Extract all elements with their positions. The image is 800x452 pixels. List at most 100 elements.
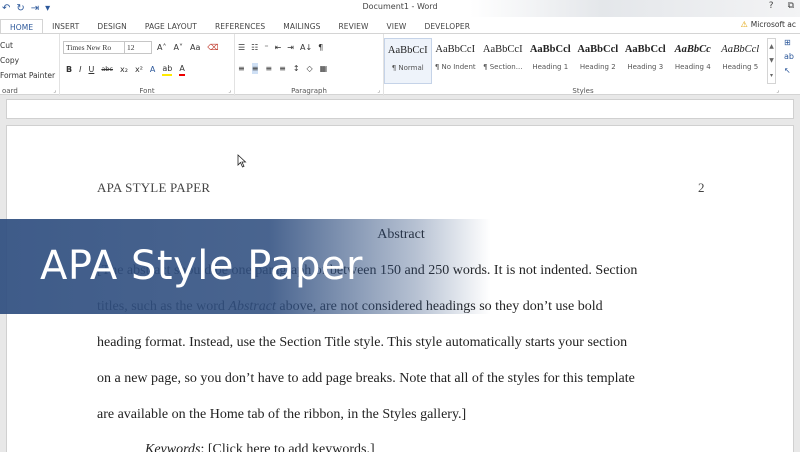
increase-indent-icon[interactable]: ⇥: [287, 42, 294, 53]
font-bottom-row: B I U abc x₂ x² A ab A: [66, 63, 185, 76]
style-name: Heading 3: [627, 63, 664, 71]
style-no-indent[interactable]: AaBbCcI ¶ No Indent: [432, 38, 480, 84]
clear-formatting-icon[interactable]: ⌫: [207, 42, 218, 53]
style-preview: AaBbCcl: [529, 44, 571, 55]
styles-gallery: AaBbCcI ¶ Normal AaBbCcI ¶ No Indent AaB…: [384, 38, 766, 84]
style-name: ¶ No Indent: [434, 63, 476, 71]
tab-view[interactable]: VIEW: [378, 19, 416, 34]
style-name: ¶ Normal: [391, 64, 424, 72]
paragraph-group: ☰ ☷ ⁼ ⇤ ⇥ A↓ ¶ ≡ ≡ ≡ ≡ ↕ ◇ ▦ Paragraph ⌟: [235, 34, 384, 96]
ribbon-tabs: HOME INSERT DESIGN PAGE LAYOUT REFERENCE…: [0, 17, 800, 34]
title-banner: APA Style Paper: [0, 219, 490, 314]
font-size-value: 12: [127, 43, 135, 52]
font-size-select[interactable]: 12: [124, 41, 152, 54]
style-heading-5[interactable]: AaBbCcl Heading 5: [717, 38, 765, 84]
change-case-icon[interactable]: Aa: [190, 42, 200, 53]
tab-page-layout[interactable]: PAGE LAYOUT: [136, 19, 206, 34]
word-window: ↶ ↻ ⇥ ▾ Document1 - Word ? ⧉ HOME INSERT…: [0, 0, 800, 452]
help-icon[interactable]: ?: [769, 1, 774, 11]
sort-icon[interactable]: A↓: [300, 42, 312, 53]
more-styles-icon[interactable]: ▾: [770, 72, 773, 79]
italic-button[interactable]: I: [79, 64, 81, 75]
style-preview: AaBbCcI: [387, 45, 428, 56]
tab-references[interactable]: REFERENCES: [206, 19, 274, 34]
styles-scroll[interactable]: ▲ ▼ ▾: [767, 38, 776, 84]
bullets-icon[interactable]: ☰: [238, 42, 245, 53]
format-painter-button[interactable]: Format Painter: [0, 68, 55, 83]
redo-icon[interactable]: ↻: [16, 2, 24, 16]
style-heading-3[interactable]: AaBbCcl Heading 3: [622, 38, 670, 84]
style-heading-1[interactable]: AaBbCcl Heading 1: [527, 38, 575, 84]
tab-insert[interactable]: INSERT: [43, 19, 88, 34]
select-icon[interactable]: ↖: [784, 64, 794, 78]
style-name: ¶ Section...: [483, 63, 523, 71]
styles-group-label: Styles: [572, 87, 594, 95]
tab-mailings[interactable]: MAILINGS: [274, 19, 329, 34]
style-name: Heading 1: [532, 63, 569, 71]
shading-icon[interactable]: ◇: [307, 63, 313, 74]
subscript-button[interactable]: x₂: [120, 64, 128, 75]
paragraph-launcher-icon[interactable]: ⌟: [377, 87, 380, 94]
strikethrough-button[interactable]: abc: [101, 64, 113, 75]
style-normal[interactable]: AaBbCcI ¶ Normal: [384, 38, 432, 84]
keywords-label: Keywords: [145, 442, 201, 452]
multilevel-list-icon[interactable]: ⁼: [264, 42, 268, 53]
previous-page: [6, 99, 794, 119]
align-left-icon[interactable]: ≡: [238, 63, 245, 74]
font-group: Times New Ro 12 A˄ A˅ Aa ⌫ B I U abc x₂ …: [60, 34, 235, 96]
style-name: Heading 2: [579, 63, 616, 71]
replace-icon[interactable]: ab: [784, 50, 794, 64]
quick-access-toolbar: ↶ ↻ ⇥ ▾: [0, 2, 50, 16]
numbering-icon[interactable]: ☷: [251, 42, 258, 53]
tab-home[interactable]: HOME: [0, 19, 44, 34]
font-group-label: Font: [139, 87, 155, 95]
running-head: APA STYLE PAPER: [97, 180, 211, 195]
superscript-button[interactable]: x²: [135, 64, 143, 75]
touch-mode-icon[interactable]: ⇥: [31, 2, 39, 16]
center-icon[interactable]: ≡: [251, 63, 259, 74]
line-spacing-icon[interactable]: ↕: [293, 63, 300, 74]
font-top-row: A˄ A˅ Aa ⌫: [157, 42, 219, 53]
scroll-down-icon[interactable]: ▼: [769, 57, 774, 64]
keywords-placeholder[interactable]: : [Click here to add keywords.]: [200, 442, 374, 452]
text-effects-icon[interactable]: A: [150, 64, 155, 75]
align-right-icon[interactable]: ≡: [265, 63, 272, 74]
paragraph-top-row: ☰ ☷ ⁼ ⇤ ⇥ A↓ ¶: [238, 42, 323, 53]
style-heading-4[interactable]: AaBbCc Heading 4: [669, 38, 717, 84]
style-preview: AaBbCc: [674, 44, 711, 55]
borders-icon[interactable]: ▦: [320, 63, 328, 74]
tab-design[interactable]: DESIGN: [88, 19, 136, 34]
style-heading-2[interactable]: AaBbCcl Heading 2: [574, 38, 622, 84]
font-launcher-icon[interactable]: ⌟: [228, 87, 231, 94]
grow-font-icon[interactable]: A˄: [157, 42, 166, 53]
paragraph-group-label: Paragraph: [291, 87, 327, 95]
tab-developer[interactable]: DEVELOPER: [415, 19, 479, 34]
font-family-select[interactable]: Times New Ro: [63, 41, 125, 54]
account-area[interactable]: ⚠ Microsoft ac: [741, 20, 796, 29]
clipboard-group: Cut Copy Format Painter oard ⌟: [0, 34, 60, 96]
keywords-line: Keywords: [Click here to add keywords.]: [145, 442, 375, 452]
undo-icon[interactable]: ↶: [2, 2, 10, 16]
scroll-up-icon[interactable]: ▲: [769, 43, 774, 50]
cut-button[interactable]: Cut: [0, 38, 55, 53]
copy-button[interactable]: Copy: [0, 53, 55, 68]
style-section[interactable]: AaBbCcI ¶ Section...: [479, 38, 527, 84]
show-formatting-icon[interactable]: ¶: [318, 42, 323, 53]
clipboard-launcher-icon[interactable]: ⌟: [53, 87, 56, 94]
styles-launcher-icon[interactable]: ⌟: [776, 87, 779, 94]
style-name: Heading 4: [674, 63, 711, 71]
underline-button[interactable]: U: [88, 64, 94, 75]
ribbon-display-icon[interactable]: ⧉: [788, 1, 794, 11]
justify-icon[interactable]: ≡: [279, 63, 286, 74]
account-name: Microsoft ac: [750, 20, 796, 29]
bold-button[interactable]: B: [66, 64, 72, 75]
decrease-indent-icon[interactable]: ⇤: [275, 42, 282, 53]
customize-qat-icon[interactable]: ▾: [45, 2, 50, 16]
find-icon[interactable]: ⊞: [784, 36, 794, 50]
title-bar: ↶ ↻ ⇥ ▾ Document1 - Word ? ⧉: [0, 0, 800, 34]
font-color-icon[interactable]: A: [179, 63, 185, 76]
banner-title: APA Style Paper: [40, 243, 363, 289]
shrink-font-icon[interactable]: A˅: [173, 42, 182, 53]
highlight-icon[interactable]: ab: [162, 63, 173, 76]
tab-review[interactable]: REVIEW: [329, 19, 377, 34]
